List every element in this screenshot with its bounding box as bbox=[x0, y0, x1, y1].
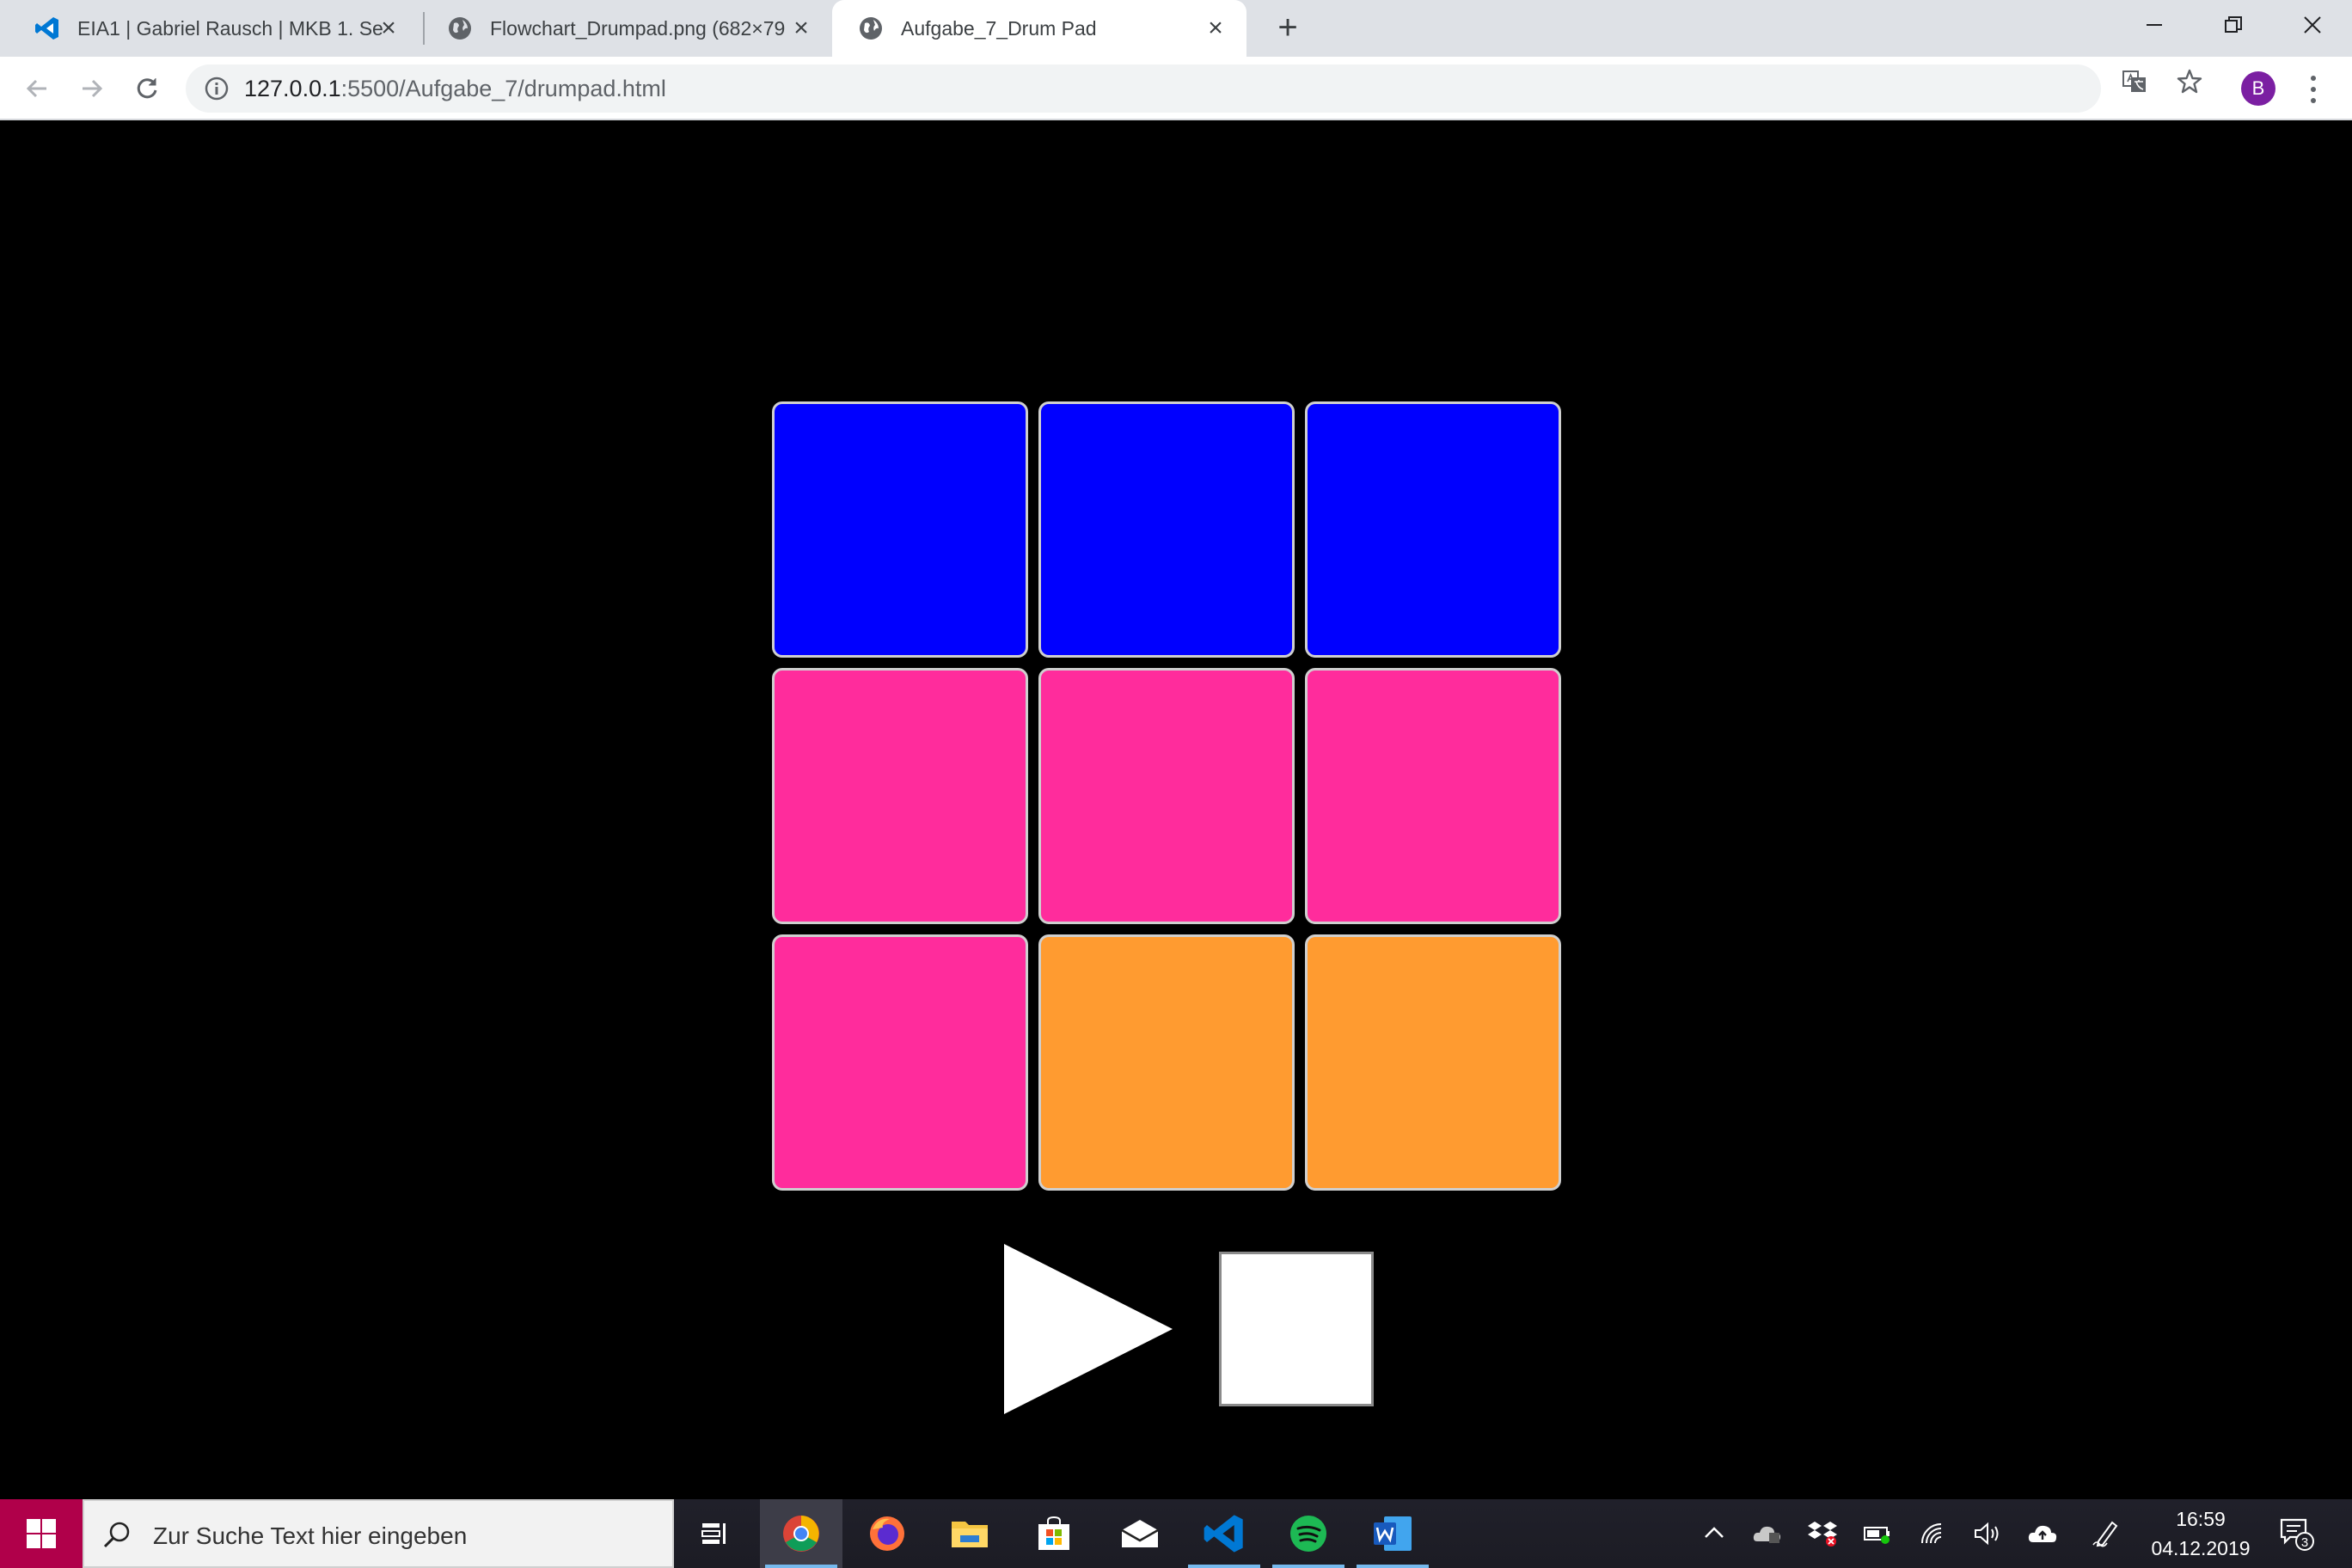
firefox-icon bbox=[870, 1516, 904, 1551]
url-text[interactable]: 127.0.0.1:5500/Aufgabe_7/drumpad.html bbox=[244, 76, 666, 102]
taskbar-mail[interactable] bbox=[1099, 1499, 1181, 1568]
drum-pad-2[interactable] bbox=[1038, 401, 1295, 658]
chrome-icon bbox=[783, 1516, 819, 1552]
taskbar-store[interactable] bbox=[1013, 1499, 1095, 1568]
running-indicator bbox=[1272, 1565, 1344, 1568]
globe-icon bbox=[447, 15, 473, 41]
drum-pad-1[interactable] bbox=[772, 401, 1028, 658]
system-clock[interactable]: 16:59 04.12.2019 bbox=[2141, 1504, 2261, 1563]
vscode-icon bbox=[1204, 1515, 1243, 1553]
new-tab-button[interactable]: + bbox=[1269, 10, 1307, 48]
clock-date: 04.12.2019 bbox=[2151, 1537, 2251, 1559]
drum-pad-5[interactable] bbox=[1038, 668, 1295, 924]
close-window-button[interactable] bbox=[2273, 0, 2352, 50]
close-icon bbox=[2304, 16, 2321, 34]
show-hidden-icons-chevron-icon[interactable] bbox=[1697, 1518, 1731, 1549]
active-indicator bbox=[765, 1565, 837, 1568]
close-tab-icon[interactable]: × bbox=[789, 15, 813, 41]
restore-icon bbox=[2225, 16, 2242, 33]
notification-icon: 3 bbox=[2280, 1518, 2314, 1551]
page-viewport bbox=[0, 122, 2352, 1499]
pen-icon[interactable] bbox=[2089, 1518, 2123, 1549]
onedrive-icon[interactable] bbox=[1750, 1518, 1785, 1549]
task-view-icon bbox=[701, 1523, 726, 1544]
url-path: :5500/Aufgabe_7/drumpad.html bbox=[340, 76, 666, 101]
play-icon bbox=[1004, 1244, 1173, 1414]
taskbar-vscode[interactable] bbox=[1183, 1499, 1265, 1568]
forward-button[interactable] bbox=[72, 69, 112, 108]
profile-avatar[interactable]: B bbox=[2241, 71, 2275, 106]
drum-pad-3[interactable] bbox=[1305, 401, 1561, 658]
tab-eia1[interactable]: EIA1 | Gabriel Rausch | MKB 1. Se × bbox=[9, 0, 420, 57]
bookmark-star-icon[interactable] bbox=[2175, 67, 2204, 96]
tab-flowchart[interactable]: Flowchart_Drumpad.png (682×79 × bbox=[421, 0, 832, 57]
wifi-icon[interactable] bbox=[1915, 1518, 1950, 1549]
arrow-left-icon bbox=[26, 79, 46, 98]
reload-button[interactable] bbox=[127, 69, 167, 108]
restore-button[interactable] bbox=[2194, 0, 2273, 50]
file-explorer-icon bbox=[952, 1522, 988, 1547]
notification-count: 3 bbox=[2301, 1535, 2308, 1550]
running-indicator bbox=[1357, 1565, 1429, 1568]
windows-taskbar: Zur Suche Text hier eingeben 16:59 04.12… bbox=[0, 1499, 2352, 1568]
clock-time: 16:59 bbox=[2176, 1508, 2226, 1530]
tab-strip: EIA1 | Gabriel Rausch | MKB 1. Se × Flow… bbox=[0, 0, 2352, 57]
volume-icon[interactable] bbox=[1970, 1518, 2005, 1549]
task-view-button[interactable] bbox=[674, 1499, 756, 1568]
action-center-button[interactable]: 3 bbox=[2278, 1515, 2316, 1553]
taskbar-file-explorer[interactable] bbox=[928, 1499, 1011, 1568]
dropbox-icon[interactable] bbox=[1805, 1518, 1840, 1549]
search-icon bbox=[103, 1522, 130, 1548]
drum-pad-7[interactable] bbox=[772, 934, 1028, 1191]
reload-icon bbox=[137, 78, 157, 99]
url-host: 127.0.0.1 bbox=[244, 76, 341, 101]
windows-logo-icon bbox=[27, 1519, 56, 1548]
minimize-button[interactable] bbox=[2115, 0, 2194, 50]
translate-icon[interactable] bbox=[2120, 67, 2149, 96]
battery-icon[interactable] bbox=[1860, 1518, 1895, 1549]
arrow-right-icon bbox=[83, 79, 103, 98]
drum-pad-8[interactable] bbox=[1038, 934, 1295, 1191]
close-tab-icon[interactable]: × bbox=[1204, 15, 1228, 41]
taskbar-word[interactable] bbox=[1351, 1499, 1434, 1568]
vscode-icon bbox=[34, 15, 60, 41]
start-button[interactable] bbox=[0, 1499, 83, 1568]
address-bar[interactable]: 127.0.0.1:5500/Aufgabe_7/drumpad.html bbox=[186, 64, 2101, 113]
cloud-upload-icon[interactable] bbox=[2025, 1518, 2060, 1549]
taskbar-search-box[interactable]: Zur Suche Text hier eingeben bbox=[83, 1499, 674, 1568]
drum-pad-6[interactable] bbox=[1305, 668, 1561, 924]
play-button[interactable] bbox=[1004, 1244, 1173, 1414]
info-icon[interactable] bbox=[203, 75, 230, 102]
tab-title: Aufgabe_7_Drum Pad bbox=[901, 16, 1097, 40]
taskbar-chrome[interactable] bbox=[760, 1499, 842, 1568]
globe-icon bbox=[858, 15, 884, 41]
taskbar-spotify[interactable] bbox=[1267, 1499, 1350, 1568]
close-tab-icon[interactable]: × bbox=[377, 15, 401, 41]
mail-icon bbox=[1121, 1520, 1159, 1547]
back-button[interactable] bbox=[17, 69, 57, 108]
drum-pad-4[interactable] bbox=[772, 668, 1028, 924]
tab-title: Flowchart_Drumpad.png (682×79 bbox=[490, 16, 786, 40]
store-icon bbox=[1038, 1516, 1069, 1550]
stop-button[interactable] bbox=[1219, 1252, 1374, 1406]
spotify-icon bbox=[1290, 1516, 1326, 1552]
tab-title: EIA1 | Gabriel Rausch | MKB 1. Se bbox=[77, 16, 383, 40]
running-indicator bbox=[1188, 1565, 1260, 1568]
taskbar-firefox[interactable] bbox=[846, 1499, 928, 1568]
tab-drum-pad[interactable]: Aufgabe_7_Drum Pad × bbox=[832, 0, 1246, 57]
minimize-icon bbox=[2147, 24, 2162, 26]
word-icon bbox=[1374, 1516, 1412, 1551]
browser-toolbar: 127.0.0.1:5500/Aufgabe_7/drumpad.html B bbox=[0, 57, 2352, 120]
search-placeholder: Zur Suche Text hier eingeben bbox=[153, 1522, 468, 1549]
more-menu-icon[interactable] bbox=[2300, 72, 2326, 107]
drum-pad-9[interactable] bbox=[1305, 934, 1561, 1191]
